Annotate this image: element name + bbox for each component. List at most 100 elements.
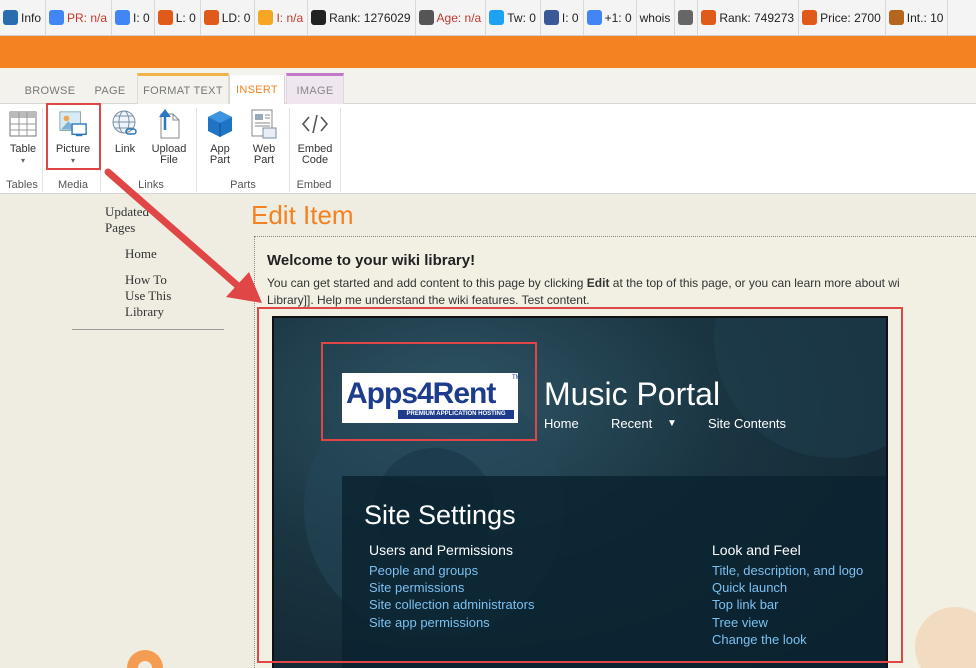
seo-item[interactable]: Tw: 0 [486, 0, 541, 35]
google-icon [49, 10, 65, 25]
group-label-media: Media [58, 179, 88, 191]
seo-item-label: Age: n/a [436, 10, 482, 25]
nav-how-to-line2: Use This [125, 288, 172, 303]
web-part-icon [249, 108, 279, 140]
intro-text: You can get started and add content to t… [267, 276, 587, 290]
code-icon [300, 108, 330, 140]
seo-item[interactable]: Rank: 749273 [698, 0, 800, 35]
intro-edit-bold: Edit [586, 276, 610, 290]
bing-icon [258, 10, 274, 25]
nav-updated-pages-line1: Updated [105, 204, 150, 219]
tab-insert[interactable]: INSERT [229, 75, 285, 105]
seo-item[interactable]: +1: 0 [584, 0, 637, 35]
table-button[interactable]: Table ▾ [6, 108, 40, 166]
seo-item-label: +1: 0 [604, 10, 632, 25]
seo-item[interactable]: LD: 0 [201, 0, 256, 35]
nav-home[interactable]: Home [125, 246, 157, 262]
app-part-icon [205, 108, 235, 140]
highlight-picture-button [46, 103, 101, 170]
group-label-links: Links [138, 179, 164, 191]
seo-item[interactable]: Rank: 1276029 [308, 0, 416, 35]
facebook-icon [543, 10, 559, 25]
seo-item[interactable] [675, 0, 699, 35]
seo-item-label: PR: n/a [67, 10, 108, 25]
sun-icon [157, 10, 173, 25]
seo-item-label: Rank: 749273 [719, 10, 795, 25]
group-separator [42, 108, 43, 192]
tab-format-text[interactable]: FORMAT TEXT [137, 73, 229, 104]
page-title: Edit Item [251, 200, 354, 230]
sun-icon [203, 10, 219, 25]
google-icon [115, 10, 131, 25]
seo-item-label: Int.: 10 [906, 10, 944, 25]
seo-item-label: I: 0 [133, 10, 150, 25]
seo-item[interactable]: PR: n/a [46, 0, 113, 35]
seo-item[interactable]: whois [637, 0, 676, 35]
seo-item[interactable]: I: 0 [541, 0, 584, 35]
app-part-button[interactable]: App Part [202, 108, 238, 166]
intro-line2: Library]]. Help me understand the wiki f… [267, 293, 590, 307]
chevron-down-icon: ▾ [20, 156, 25, 165]
link-button[interactable]: Link [108, 108, 142, 155]
group-separator [340, 108, 341, 192]
seo-item-label: whois [639, 10, 671, 25]
decorative-gear-icon [915, 607, 976, 668]
upload-file-button[interactable]: Upload File [148, 108, 190, 166]
embed-code-button[interactable]: Embed Code [294, 108, 336, 166]
nav-updated-pages[interactable]: Updated Pages [105, 204, 149, 236]
group-label-tables: Tables [6, 179, 38, 191]
hand-icon [888, 10, 904, 25]
seo-item-label: Tw: 0 [507, 10, 536, 25]
seo-item-label: I: 0 [561, 10, 579, 25]
seo-item[interactable]: Int.: 10 [886, 0, 949, 35]
seo-item[interactable]: I: 0 [112, 0, 155, 35]
table-icon [8, 108, 38, 140]
embed-label-line2: Code [301, 154, 329, 166]
seo-item-label: Rank: 1276029 [329, 10, 411, 25]
seo-item-label: L: 0 [175, 10, 196, 25]
barcode-icon [418, 10, 434, 25]
seo-item-label: Price: 2700 [820, 10, 881, 25]
link-label: Link [114, 143, 136, 155]
nav-divider [72, 329, 224, 330]
tab-image[interactable]: IMAGE [286, 73, 344, 104]
seo-item[interactable]: L: 0 [155, 0, 201, 35]
app-part-label-line2: Part [209, 154, 231, 166]
sun-icon [701, 10, 717, 25]
web-part-label-line2: Part [253, 154, 275, 166]
tab-page[interactable]: PAGE [86, 78, 134, 104]
seo-item[interactable]: Age: n/a [416, 0, 487, 35]
sun-icon [802, 10, 818, 25]
table-label: Table [9, 143, 37, 155]
upload-icon [154, 108, 184, 140]
welcome-heading: Welcome to your wiki library! [267, 252, 476, 269]
group-label-parts: Parts [230, 179, 256, 191]
nav-how-to-line1: How To [125, 272, 167, 287]
group-separator [196, 108, 197, 192]
intro-text-after: at the top of this page, or you can lear… [609, 276, 900, 290]
globe-link-icon [110, 108, 140, 140]
tab-browse[interactable]: BROWSE [18, 78, 82, 104]
seo-item[interactable]: I: n/a [255, 0, 309, 35]
seo-item[interactable]: Info [0, 0, 47, 35]
web-part-button[interactable]: Web Part [246, 108, 282, 166]
info-icon [3, 10, 18, 25]
nav-updated-pages-line2: Pages [105, 220, 136, 235]
seo-toolbar: Info PR: n/a I: 0 L: 0 LD: 0 I: n/a Rank: 1276… [0, 0, 976, 36]
nav-how-to-use-this-library[interactable]: How To Use This Library [125, 272, 171, 320]
seo-item-label: I: n/a [276, 10, 304, 25]
ribbon-insert: Table ▾ Tables Picture ▾ Media Link Uplo… [0, 104, 976, 194]
google-icon [586, 10, 602, 25]
quick-launch: Updated Pages Home How To Use This Libra… [0, 195, 250, 668]
alexa-icon [311, 10, 327, 25]
ribbon-tabs: BROWSE PAGE FORMAT TEXT INSERT IMAGE [0, 68, 976, 105]
intro-paragraph: You can get started and add content to t… [267, 275, 900, 309]
decorative-gear-icon [127, 650, 163, 668]
twitter-icon [489, 10, 505, 25]
suite-bar [0, 36, 976, 68]
upload-label-line2: File [160, 154, 178, 166]
group-label-embed: Embed [296, 179, 332, 191]
highlight-logo [321, 342, 537, 441]
seo-item[interactable]: Price: 2700 [799, 0, 886, 35]
seo-item-label: Info [21, 10, 42, 25]
